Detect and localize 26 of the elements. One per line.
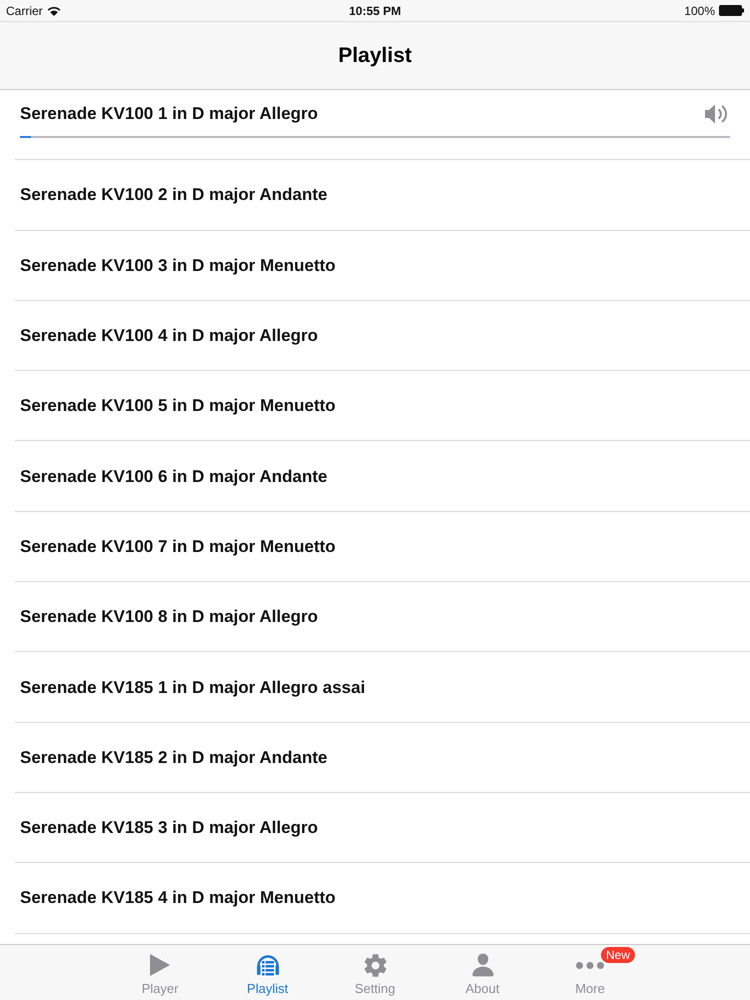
track-title[interactable]: Serenade KV100 1 in D major Allegro: [20, 104, 318, 124]
person-icon: [470, 952, 496, 978]
track-title[interactable]: Serenade KV100 7 in D major Menuetto: [20, 536, 336, 557]
track-title[interactable]: Serenade KV185 4 in D major Menuetto: [20, 888, 336, 908]
play-icon: [150, 954, 170, 976]
track-title[interactable]: Serenade KV100 3 in D major Menuetto: [20, 256, 336, 276]
more-icon: [576, 962, 604, 968]
track-title[interactable]: Serenade KV100 6 in D major Andante: [20, 466, 328, 487]
track-title[interactable]: Serenade KV185 3 in D major Allegro: [20, 818, 318, 838]
track-title[interactable]: Serenade KV185 1 in D major Allegro assai: [20, 678, 366, 698]
new-badge: New: [601, 947, 636, 963]
track-title[interactable]: Serenade KV185 2 in D major Andante: [20, 748, 328, 768]
battery-percent: 100%: [684, 4, 715, 18]
wifi-icon: [46, 6, 61, 16]
clock-time: 10:55 PM: [348, 4, 402, 18]
playlist-tab[interactable]: Playlist: [214, 945, 322, 1000]
carrier-label: Carrier: [6, 4, 43, 18]
battery-icon: [719, 5, 744, 16]
track-title[interactable]: Serenade KV100 2 in D major Andante: [20, 185, 328, 206]
more-tab[interactable]: New More: [536, 945, 644, 1000]
track-title[interactable]: Serenade KV100 8 in D major Allegro: [20, 607, 318, 628]
track-title[interactable]: Serenade KV100 5 in D major Menuetto: [20, 396, 336, 416]
screen-title: Playlist: [338, 44, 412, 68]
headphones-list-icon: [256, 953, 280, 977]
track-title[interactable]: Serenade KV100 4 in D major Allegro: [20, 326, 318, 346]
settings-icon: [362, 952, 388, 978]
